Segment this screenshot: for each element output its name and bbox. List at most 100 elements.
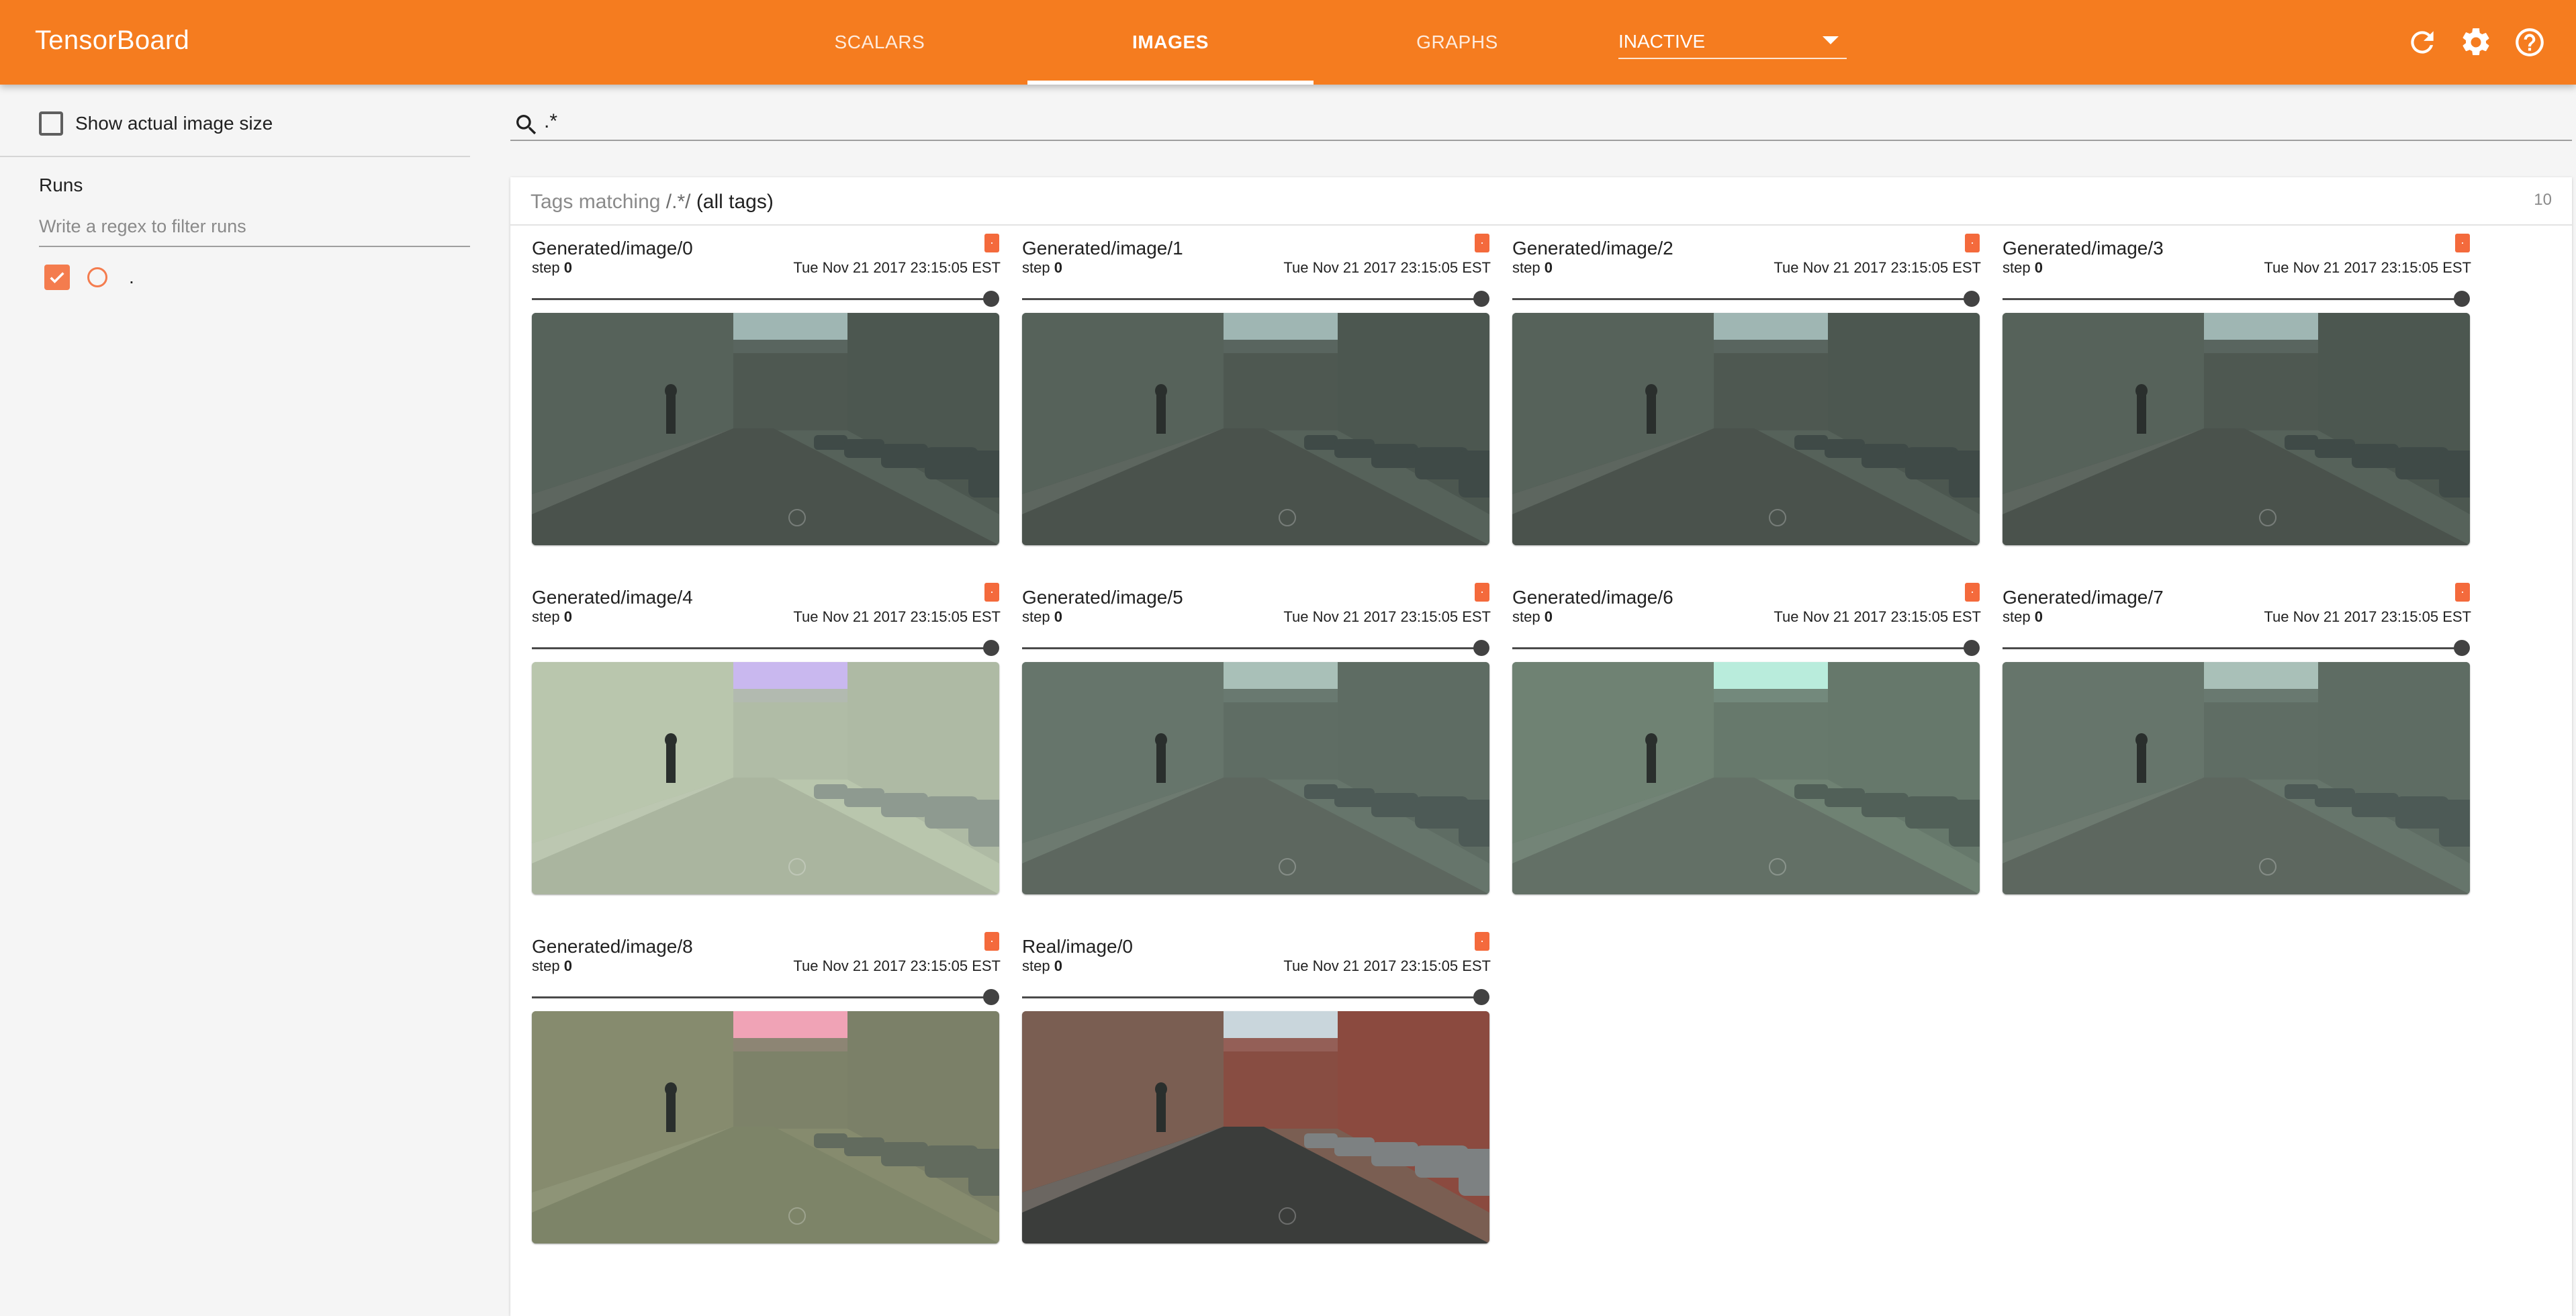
step-slider[interactable] — [1512, 290, 1980, 308]
image-timestamp: Tue Nov 21 2017 23:15:05 EST — [793, 957, 1001, 974]
image-frame[interactable] — [532, 662, 999, 894]
run-color-radio[interactable] — [87, 267, 107, 287]
slider-track — [1022, 647, 1479, 649]
run-checkbox[interactable] — [44, 265, 70, 290]
slider-knob[interactable] — [2454, 291, 2470, 307]
image-frame[interactable] — [1512, 313, 1980, 545]
step-slider[interactable] — [532, 988, 999, 1006]
slider-knob[interactable] — [1473, 291, 1489, 307]
image-card: Generated/image/7 . step 0 Tue Nov 21 20… — [2001, 583, 2471, 923]
run-badge: . — [1475, 583, 1489, 602]
image-frame[interactable] — [2003, 662, 2470, 894]
run-badge: . — [2455, 234, 2470, 252]
sidebar-divider — [0, 156, 470, 157]
tab-graphs[interactable]: GRAPHS — [1404, 0, 1511, 85]
slider-knob[interactable] — [1964, 640, 1980, 656]
slider-track — [1022, 298, 1479, 300]
top-bar: TensorBoard SCALARS IMAGES GRAPHS INACTI… — [0, 0, 2576, 85]
tags-matching-regex: /.*/ — [665, 191, 691, 213]
image-card: Generated/image/0 . step 0 Tue Nov 21 20… — [531, 234, 1001, 573]
image-frame[interactable] — [1022, 662, 1489, 894]
tab-images[interactable]: IMAGES — [1027, 0, 1314, 85]
step-slider[interactable] — [1022, 290, 1489, 308]
street-scene-image — [532, 662, 999, 894]
slider-knob[interactable] — [983, 989, 999, 1005]
image-frame[interactable] — [1022, 1011, 1489, 1243]
slider-track — [1512, 298, 1969, 300]
run-badge: . — [984, 234, 999, 252]
reload-icon[interactable] — [2405, 26, 2439, 59]
image-timestamp: Tue Nov 21 2017 23:15:05 EST — [1774, 608, 1981, 625]
step-slider[interactable] — [1022, 639, 1489, 657]
step-slider[interactable] — [2003, 290, 2470, 308]
image-timestamp: Tue Nov 21 2017 23:15:05 EST — [1774, 259, 1981, 276]
step-slider[interactable] — [532, 290, 999, 308]
run-badge: . — [1965, 234, 1980, 252]
card-header[interactable]: Tags matching /.*/ (all tags) 10 — [510, 177, 2572, 226]
slider-knob[interactable] — [2454, 640, 2470, 656]
step-slider[interactable] — [1512, 639, 1980, 657]
image-frame[interactable] — [1022, 313, 1489, 545]
slider-track — [532, 647, 988, 649]
street-scene-image — [1512, 313, 1980, 545]
slider-knob[interactable] — [983, 291, 999, 307]
slider-track — [1512, 647, 1969, 649]
image-frame[interactable] — [2003, 313, 2470, 545]
street-scene-image — [2003, 662, 2470, 894]
street-scene-image — [532, 313, 999, 545]
step-label: step — [1022, 957, 1050, 974]
image-card: Generated/image/8 . step 0 Tue Nov 21 20… — [531, 932, 1001, 1272]
step-value: 0 — [2034, 259, 2043, 276]
step-slider[interactable] — [2003, 639, 2470, 657]
image-step: step 0 — [1022, 957, 1062, 975]
step-value: 0 — [563, 957, 572, 974]
slider-knob[interactable] — [1473, 989, 1489, 1005]
tags-matching-prefix: Tags matching — [531, 191, 661, 213]
show-actual-size-toggle[interactable]: Show actual image size — [39, 111, 273, 136]
slider-track — [532, 298, 988, 300]
runs-filter-input[interactable]: Write a regex to filter runs — [39, 216, 470, 247]
tag-filter-input[interactable]: .* — [544, 110, 557, 133]
step-value: 0 — [1054, 957, 1062, 974]
image-card: Generated/image/6 . step 0 Tue Nov 21 20… — [1511, 583, 1981, 923]
step-label: step — [2003, 259, 2031, 276]
step-value: 0 — [563, 259, 572, 276]
image-card: Real/image/0 . step 0 Tue Nov 21 2017 23… — [1021, 932, 1491, 1272]
image-step: step 0 — [2003, 608, 2043, 626]
run-item[interactable]: . — [44, 265, 134, 290]
street-scene-image — [2003, 313, 2470, 545]
tags-matching-suffix: (all tags) — [696, 191, 774, 213]
image-step: step 0 — [2003, 259, 2043, 277]
image-step: step 0 — [532, 608, 572, 626]
step-value: 0 — [563, 608, 572, 625]
street-scene-image — [1022, 313, 1489, 545]
street-scene-image — [1022, 662, 1489, 894]
caret-down-icon — [1823, 36, 1839, 44]
run-badge: . — [1965, 583, 1980, 602]
show-actual-size-checkbox[interactable] — [39, 111, 63, 136]
inactive-select-value: INACTIVE — [1618, 31, 1706, 52]
image-frame[interactable] — [1512, 662, 1980, 894]
tag-filter[interactable]: .* — [510, 103, 2572, 141]
slider-knob[interactable] — [1964, 291, 1980, 307]
image-timestamp: Tue Nov 21 2017 23:15:05 EST — [2264, 259, 2471, 276]
step-slider[interactable] — [1022, 988, 1489, 1006]
image-step: step 0 — [1022, 608, 1062, 626]
image-frame[interactable] — [532, 1011, 999, 1243]
run-badge: . — [1475, 932, 1489, 951]
help-icon[interactable] — [2513, 26, 2546, 59]
settings-icon[interactable] — [2459, 26, 2493, 59]
tab-scalars[interactable]: SCALARS — [826, 0, 933, 85]
step-label: step — [532, 259, 560, 276]
inactive-dashboards-select[interactable]: INACTIVE — [1618, 27, 1847, 59]
step-label: step — [1512, 608, 1540, 625]
image-timestamp: Tue Nov 21 2017 23:15:05 EST — [1283, 957, 1491, 974]
image-step: step 0 — [532, 957, 572, 975]
image-frame[interactable] — [532, 313, 999, 545]
image-timestamp: Tue Nov 21 2017 23:15:05 EST — [793, 608, 1001, 625]
slider-knob[interactable] — [1473, 640, 1489, 656]
tag-count: 10 — [2534, 191, 2552, 209]
slider-track — [1022, 996, 1479, 998]
slider-knob[interactable] — [983, 640, 999, 656]
step-slider[interactable] — [532, 639, 999, 657]
